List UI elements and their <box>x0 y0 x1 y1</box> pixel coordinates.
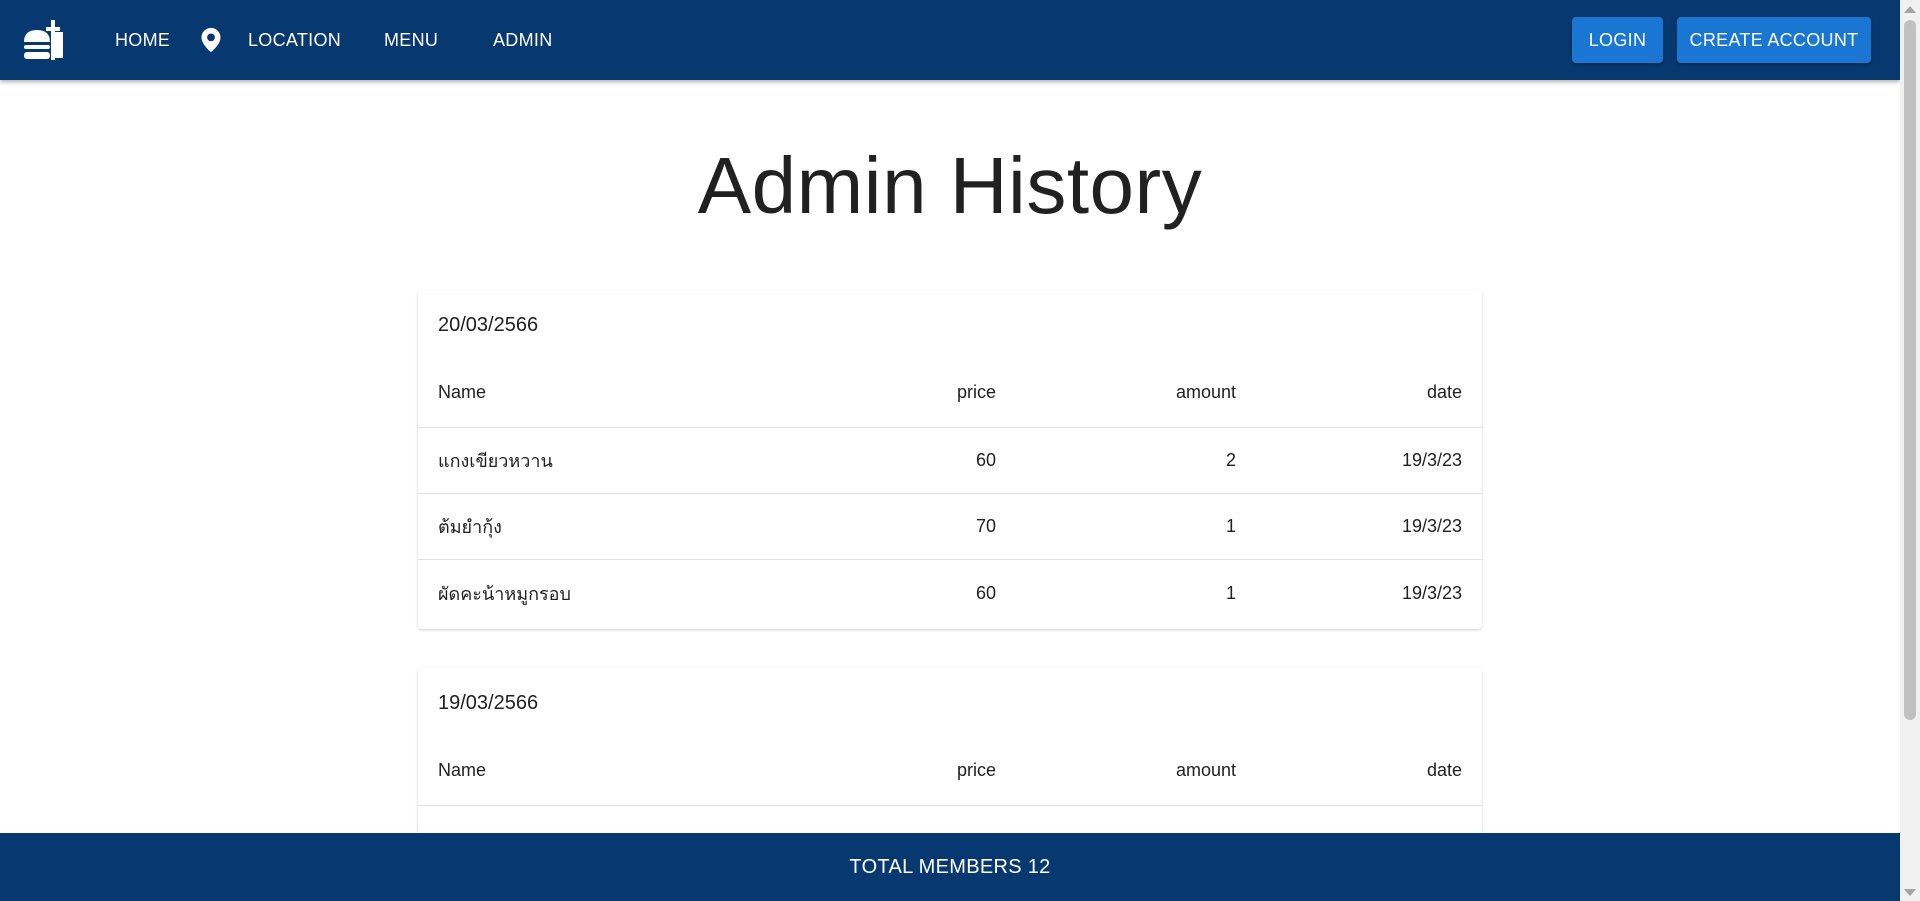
item-price: 70 <box>975 516 996 536</box>
history-date-heading: 19/03/2566 <box>438 692 539 714</box>
scrollbar-thumb[interactable] <box>1904 20 1916 720</box>
table-header-row: Name price amount date <box>418 736 1482 806</box>
nav-location-label: LOCATION <box>248 29 342 50</box>
fastfood-icon[interactable] <box>22 18 66 62</box>
item-price: 60 <box>975 450 996 470</box>
history-table: Name price amount date แกงเขียวหวาน 60 2… <box>418 358 1482 626</box>
column-header-name: Name <box>438 760 487 780</box>
table-row: ผัดคะน้าหมูกรอบ 60 1 19/3/23 <box>418 560 1482 626</box>
history-date-heading: 20/03/2566 <box>438 314 539 336</box>
scroll-up-arrow-icon[interactable] <box>1900 0 1920 18</box>
top-app-bar: HOME LOCATION MENU ADMIN LOGIN CREATE AC… <box>0 0 1900 80</box>
column-header-price: price <box>956 760 996 780</box>
history-card: 19/03/2566 Name price amount date <box>418 668 1482 833</box>
total-members-text: TOTAL MEMBERS 12 <box>849 855 1051 878</box>
item-name: แกงเขียวหวาน <box>438 451 553 471</box>
column-header-date: date <box>1426 382 1462 402</box>
table-row: แกงเขียวหวาน 60 2 19/3/23 <box>418 428 1482 494</box>
history-table: Name price amount date <box>418 736 1482 806</box>
history-card: 20/03/2566 Name price amount date แกงเขี… <box>418 290 1482 629</box>
item-amount: 1 <box>1225 582 1236 603</box>
nav-admin-link[interactable]: ADMIN <box>493 0 553 80</box>
column-header-date: date <box>1426 760 1462 780</box>
column-header-amount: amount <box>1175 382 1236 402</box>
create-account-button[interactable]: CREATE ACCOUNT <box>1677 17 1871 63</box>
column-header-amount: amount <box>1175 760 1236 780</box>
item-amount: 1 <box>1225 516 1236 536</box>
column-header-name: Name <box>438 382 487 402</box>
item-date: 19/3/23 <box>1401 582 1462 603</box>
item-name: ผัดคะน้าหมูกรอบ <box>438 583 571 604</box>
nav-home-link[interactable]: HOME <box>115 0 170 80</box>
item-date: 19/3/23 <box>1401 450 1462 470</box>
nav-location-link[interactable]: LOCATION <box>200 0 341 80</box>
table-row: ต้มยำกุ้ง 70 1 19/3/23 <box>418 494 1482 560</box>
item-name: ต้มยำกุ้ง <box>438 517 502 537</box>
footer-bar: TOTAL MEMBERS 12 <box>0 833 1900 901</box>
vertical-scrollbar[interactable] <box>1900 0 1920 901</box>
viewport: HOME LOCATION MENU ADMIN LOGIN CREATE AC… <box>0 0 1920 901</box>
scroll-down-arrow-icon[interactable] <box>1900 883 1920 901</box>
nav-menu-link[interactable]: MENU <box>384 0 438 80</box>
column-header-price: price <box>956 382 996 402</box>
map-pin-icon <box>201 27 221 53</box>
table-header-row: Name price amount date <box>418 358 1482 428</box>
login-button[interactable]: LOGIN <box>1572 17 1663 63</box>
item-date: 19/3/23 <box>1401 516 1462 536</box>
page-title: Admin History <box>697 141 1203 230</box>
item-amount: 2 <box>1225 450 1236 470</box>
main-content: Admin History 20/03/2566 Name price amou… <box>0 80 1900 833</box>
item-price: 60 <box>975 582 996 603</box>
